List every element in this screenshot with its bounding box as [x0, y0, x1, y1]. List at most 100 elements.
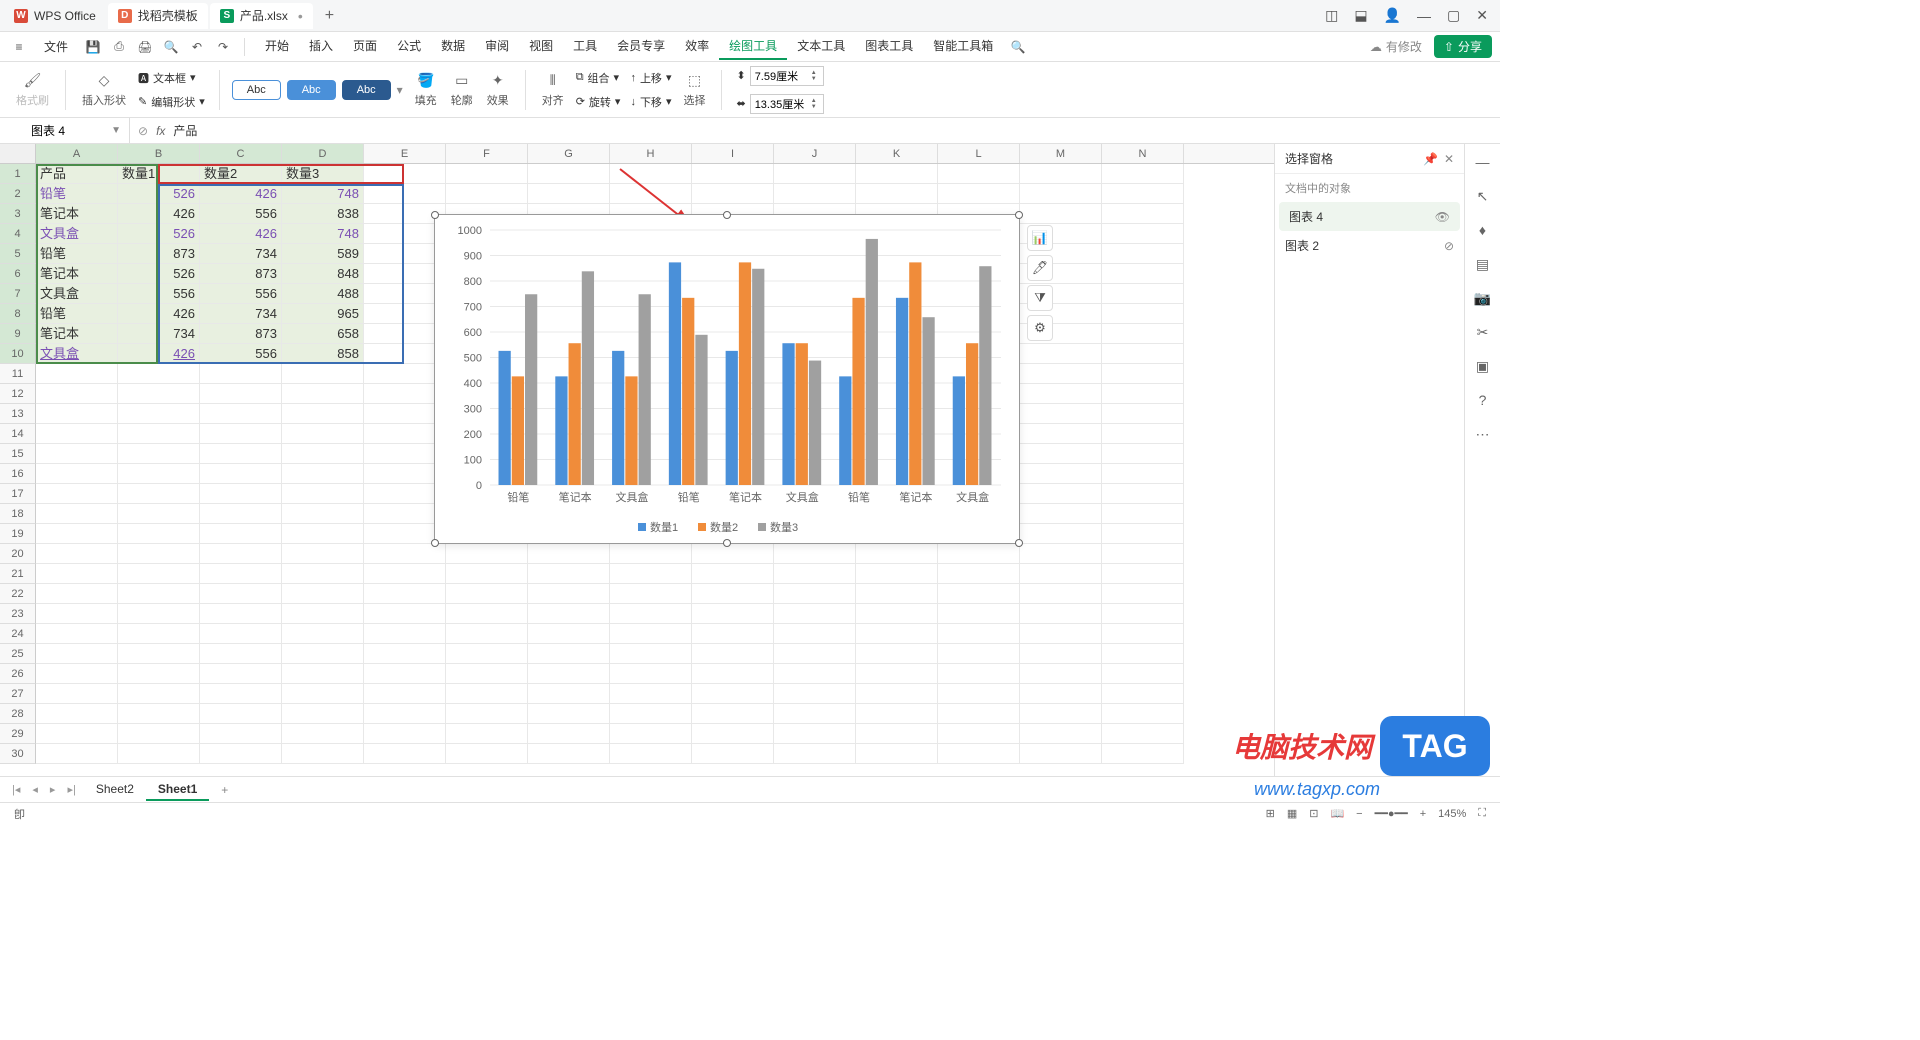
cell[interactable] — [1020, 424, 1102, 444]
col-header[interactable]: F — [446, 144, 528, 163]
row-header[interactable]: 11 — [0, 364, 36, 384]
cell[interactable] — [118, 364, 200, 384]
cell-value[interactable]: 556 — [200, 344, 282, 364]
cell[interactable] — [1102, 304, 1184, 324]
cell[interactable] — [774, 684, 856, 704]
cell[interactable] — [1102, 684, 1184, 704]
cell[interactable] — [1020, 584, 1102, 604]
group-button[interactable]: ⧉组合▾ — [574, 68, 623, 88]
cell[interactable] — [1020, 384, 1102, 404]
cell[interactable] — [856, 544, 938, 564]
cell[interactable] — [774, 604, 856, 624]
rotate-button[interactable]: ⟳旋转▾ — [574, 92, 623, 112]
row-header[interactable]: 24 — [0, 624, 36, 644]
cell[interactable] — [1102, 384, 1184, 404]
export-icon[interactable]: ⎙ — [108, 36, 130, 58]
cell[interactable] — [1102, 484, 1184, 504]
sheet-area[interactable]: ABCDEFGHIJKLMN 1产品数量1数量2数量32铅笔5264267483… — [0, 144, 1274, 776]
cell[interactable] — [856, 164, 938, 184]
cell[interactable] — [1102, 284, 1184, 304]
resize-handle[interactable] — [723, 211, 731, 219]
cell[interactable] — [200, 704, 282, 724]
object-tool-icon[interactable]: ▣ — [1471, 354, 1495, 378]
col-header[interactable]: I — [692, 144, 774, 163]
cell-product[interactable]: 铅笔 — [36, 184, 118, 204]
cell[interactable] — [364, 744, 446, 764]
cell[interactable] — [282, 504, 364, 524]
row-header[interactable]: 1 — [0, 164, 36, 184]
cell[interactable] — [774, 564, 856, 584]
visibility-toggle-icon[interactable]: 👁 — [1435, 210, 1450, 224]
cell[interactable] — [1102, 624, 1184, 644]
cell[interactable] — [1020, 504, 1102, 524]
cell-product[interactable]: 笔记本 — [36, 324, 118, 344]
cell[interactable] — [36, 664, 118, 684]
cell[interactable] — [118, 504, 200, 524]
cell[interactable] — [364, 164, 446, 184]
cell[interactable] — [692, 644, 774, 664]
resize-handle[interactable] — [1015, 539, 1023, 547]
cell[interactable] — [1102, 744, 1184, 764]
cell[interactable] — [856, 584, 938, 604]
row-header[interactable]: 18 — [0, 504, 36, 524]
col-header[interactable]: N — [1102, 144, 1184, 163]
cell[interactable] — [856, 664, 938, 684]
help-tool-icon[interactable]: ? — [1471, 388, 1495, 412]
menu-审阅[interactable]: 审阅 — [475, 33, 519, 60]
formula-value[interactable]: 产品 — [173, 122, 197, 139]
cell[interactable] — [36, 604, 118, 624]
tab-template[interactable]: D 找稻壳模板 — [108, 3, 208, 29]
menu-开始[interactable]: 开始 — [255, 33, 299, 60]
cell[interactable] — [1102, 724, 1184, 744]
cell[interactable] — [364, 664, 446, 684]
sheet-nav-last[interactable]: ▸| — [63, 783, 79, 796]
col-header[interactable]: L — [938, 144, 1020, 163]
effect-button[interactable]: ✦效果 — [483, 70, 513, 110]
cell[interactable] — [938, 644, 1020, 664]
cell[interactable] — [1102, 224, 1184, 244]
cell[interactable] — [528, 644, 610, 664]
cell[interactable] — [1102, 404, 1184, 424]
cell[interactable] — [528, 624, 610, 644]
cell[interactable] — [446, 724, 528, 744]
row-header[interactable]: 22 — [0, 584, 36, 604]
cell[interactable] — [1020, 464, 1102, 484]
cell-value[interactable]: 848 — [282, 264, 364, 284]
cell[interactable] — [1102, 244, 1184, 264]
cell[interactable] — [36, 684, 118, 704]
user-icon[interactable]: 👤 — [1376, 7, 1409, 24]
cell[interactable] — [118, 604, 200, 624]
view-page-icon[interactable]: ▦ — [1281, 807, 1303, 820]
cell[interactable] — [446, 664, 528, 684]
row-header[interactable]: 9 — [0, 324, 36, 344]
cell[interactable] — [856, 684, 938, 704]
cell[interactable] — [118, 404, 200, 424]
style-tool-icon[interactable]: ♦ — [1471, 218, 1495, 242]
col-header[interactable]: E — [364, 144, 446, 163]
cell[interactable] — [282, 604, 364, 624]
cell[interactable] — [282, 724, 364, 744]
cell-value[interactable]: 526 — [118, 184, 200, 204]
cell[interactable] — [446, 164, 528, 184]
cell[interactable] — [282, 464, 364, 484]
cell[interactable] — [200, 424, 282, 444]
cell[interactable] — [364, 724, 446, 744]
menu-数据[interactable]: 数据 — [431, 33, 475, 60]
align-button[interactable]: ⫴对齐 — [538, 70, 568, 110]
cell[interactable] — [200, 664, 282, 684]
cell[interactable] — [36, 424, 118, 444]
cell[interactable] — [446, 564, 528, 584]
cell[interactable] — [118, 584, 200, 604]
cell-value[interactable]: 526 — [118, 224, 200, 244]
cell[interactable] — [1020, 364, 1102, 384]
cell[interactable] — [528, 164, 610, 184]
reading-mode-icon[interactable]: 📖 — [1324, 807, 1350, 820]
move-down-button[interactable]: ↓下移▾ — [628, 92, 673, 112]
cell[interactable] — [446, 184, 528, 204]
menu-插入[interactable]: 插入 — [299, 33, 343, 60]
header-cell[interactable]: 数量3 — [282, 164, 364, 184]
cell[interactable] — [282, 544, 364, 564]
cell[interactable] — [118, 564, 200, 584]
menu-工具[interactable]: 工具 — [563, 33, 607, 60]
share-button[interactable]: ⇧ 分享 — [1434, 35, 1492, 58]
